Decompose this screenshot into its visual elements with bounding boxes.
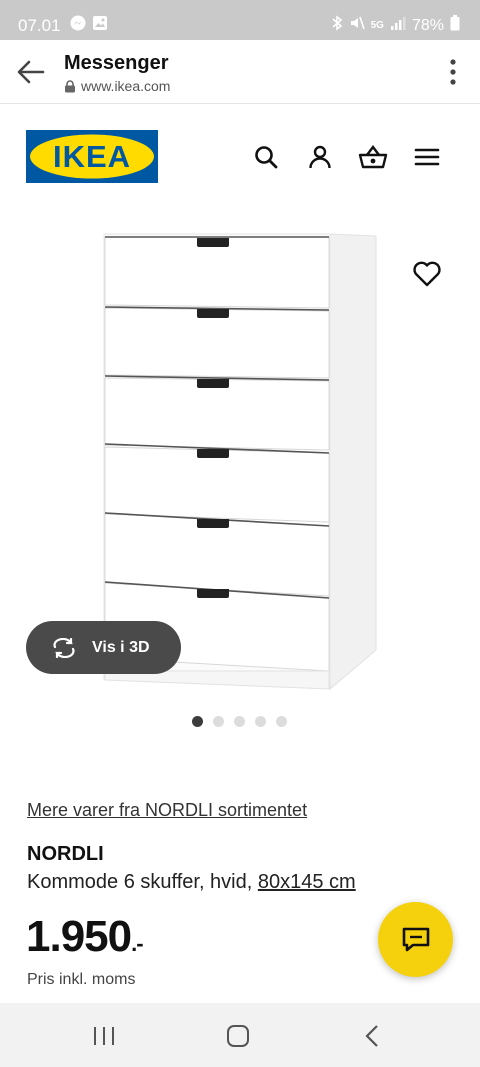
account-button[interactable] [307, 144, 333, 170]
more-vert-icon [450, 59, 456, 85]
price-value: 1.950 [26, 912, 132, 961]
logo-text: IKEA [53, 139, 131, 174]
product-price: 1.950.- [26, 912, 144, 962]
price-suffix: .- [131, 931, 143, 956]
basket-icon [358, 145, 388, 169]
view-in-3d-label: Vis i 3D [92, 638, 150, 656]
product-description-text: Kommode 6 skuffer, hvid, [27, 871, 258, 893]
browser-app-bar: Messenger www.ikea.com [0, 40, 480, 104]
url-text: www.ikea.com [81, 78, 171, 94]
chat-button[interactable] [378, 902, 453, 977]
chevron-left-icon [365, 1025, 378, 1047]
system-nav-bar [0, 1003, 480, 1067]
image-carousel-dots [192, 716, 287, 727]
heart-icon [413, 261, 441, 287]
recent-apps-icon [94, 1027, 114, 1045]
system-back-button[interactable] [360, 1023, 386, 1049]
mute-icon [349, 15, 365, 36]
person-icon [309, 145, 331, 169]
favourite-button[interactable] [412, 260, 442, 288]
carousel-dot[interactable] [234, 716, 245, 727]
status-time: 07.01 [18, 16, 61, 35]
recent-apps-button[interactable] [91, 1023, 117, 1049]
ikea-logo[interactable]: IKEA [26, 130, 158, 183]
messenger-notification-icon [70, 15, 86, 31]
product-dimensions-link[interactable]: 80x145 cm [258, 871, 356, 893]
gallery-notification-icon [92, 15, 108, 31]
menu-button[interactable] [414, 144, 440, 170]
carousel-dot[interactable] [213, 716, 224, 727]
bluetooth-icon [331, 15, 343, 36]
price-note: Pris inkl. moms [27, 971, 136, 988]
battery-level: 78% [411, 16, 444, 34]
view-in-3d-button[interactable]: Vis i 3D [26, 621, 181, 674]
arrow-left-icon [17, 60, 45, 84]
overflow-menu-button[interactable] [448, 57, 458, 87]
browser-url[interactable]: www.ikea.com [64, 78, 170, 94]
search-icon [255, 146, 278, 169]
cart-button[interactable] [358, 144, 388, 170]
site-header: IKEA [0, 104, 480, 204]
signal-icon [390, 15, 406, 36]
network-type: 5G [370, 20, 384, 31]
back-button[interactable] [14, 55, 48, 89]
home-icon [227, 1025, 249, 1047]
product-description: Kommode 6 skuffer, hvid, 80x145 cm [27, 871, 356, 894]
rotate-3d-icon [53, 637, 75, 658]
search-button[interactable] [253, 144, 279, 170]
range-link[interactable]: Mere varer fra NORDLI sortimentet [27, 800, 307, 821]
carousel-dot[interactable] [255, 716, 266, 727]
lock-icon [65, 79, 75, 92]
carousel-dot[interactable] [276, 716, 287, 727]
chat-icon [402, 927, 429, 951]
hamburger-icon [414, 148, 440, 166]
battery-icon [450, 15, 460, 36]
carousel-dot[interactable] [192, 716, 203, 727]
status-bar: 07.01 5G 78% [0, 0, 480, 40]
browser-title: Messenger [64, 52, 169, 74]
home-button[interactable] [225, 1023, 251, 1049]
product-name: NORDLI [27, 843, 104, 865]
